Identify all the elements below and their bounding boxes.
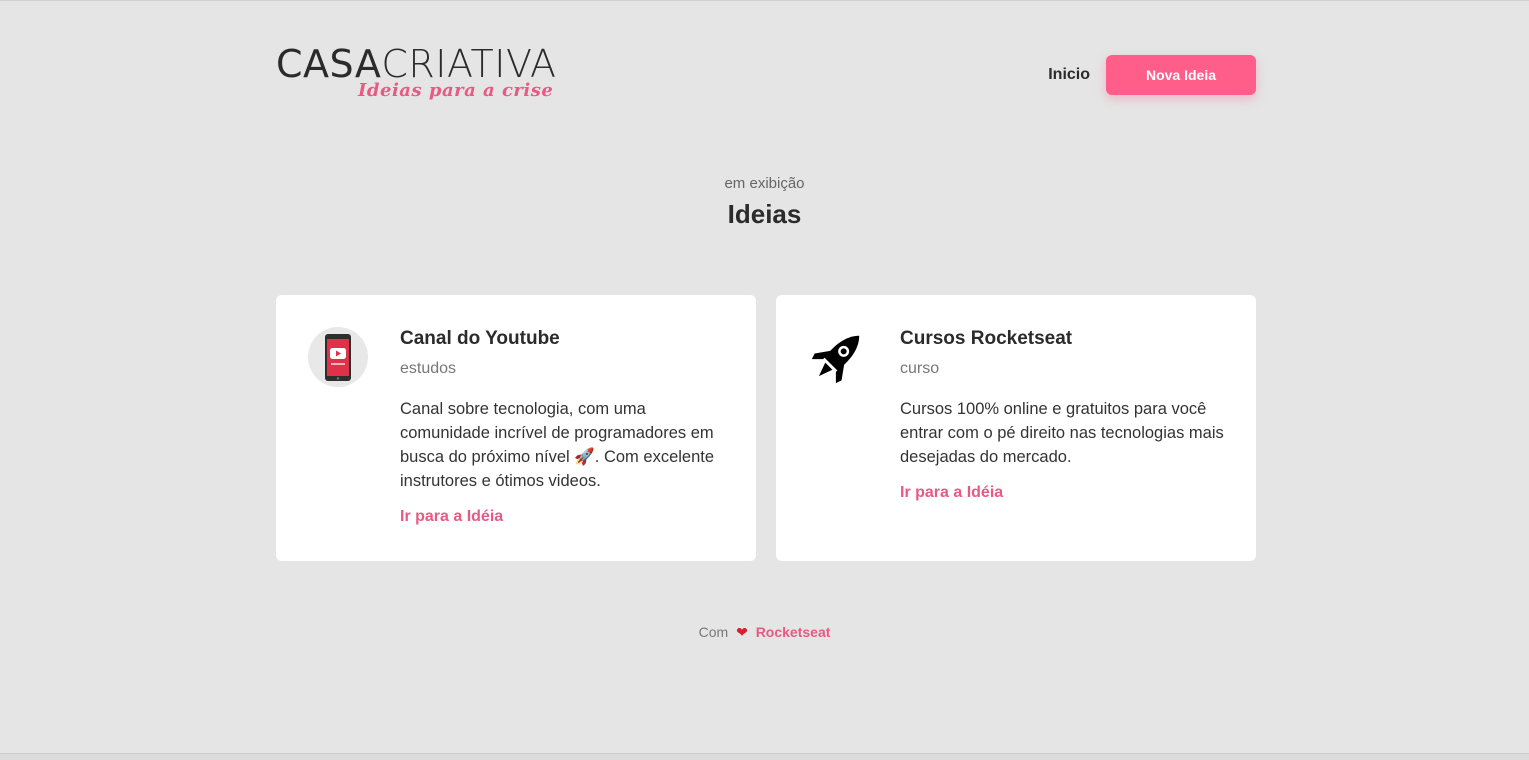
- footer-prefix: Com: [698, 624, 729, 640]
- top-border: [0, 0, 1529, 1]
- site-header: CASACRIATIVA Ideias para a crise Inicio …: [276, 40, 1256, 110]
- site-footer: Com ❤ Rocketseat: [0, 624, 1529, 641]
- logo-tagline: Ideias para a crise: [358, 80, 554, 101]
- main-nav: Inicio Nova Ideia: [1048, 55, 1256, 95]
- section-pretitle: em exibição: [724, 175, 805, 192]
- idea-category: estudos: [400, 360, 457, 377]
- idea-card-content: Canal do Youtube estudos Canal sobre tec…: [400, 327, 730, 526]
- nav-link-inicio[interactable]: Inicio: [1048, 66, 1090, 84]
- idea-title: Canal do Youtube: [400, 328, 560, 349]
- idea-category: curso: [900, 360, 940, 377]
- ideas-list: Canal do Youtube estudos Canal sobre tec…: [276, 295, 1256, 561]
- idea-card: Cursos Rocketseat curso Cursos 100% onli…: [776, 295, 1256, 561]
- idea-card-content: Cursos Rocketseat curso Cursos 100% onli…: [900, 327, 1230, 502]
- heart-icon: ❤: [736, 624, 748, 640]
- new-idea-button[interactable]: Nova Ideia: [1106, 55, 1256, 95]
- footer-brand-link[interactable]: Rocketseat: [756, 624, 831, 640]
- youtube-phone-icon: [308, 327, 368, 387]
- logo[interactable]: CASACRIATIVA Ideias para a crise: [276, 40, 576, 110]
- bottom-strip: [0, 754, 1529, 760]
- rocket-icon: [808, 327, 868, 387]
- idea-description: Canal sobre tecnologia, com uma comunida…: [400, 400, 715, 490]
- section-heading: em exibição Ideias: [0, 174, 1529, 234]
- idea-card: Canal do Youtube estudos Canal sobre tec…: [276, 295, 756, 561]
- idea-title: Cursos Rocketseat: [900, 328, 1073, 349]
- idea-description: Cursos 100% online e gratuitos para você…: [900, 400, 1224, 466]
- section-title: Ideias: [727, 199, 802, 229]
- idea-link[interactable]: Ir para a Idéia: [400, 508, 503, 526]
- idea-link[interactable]: Ir para a Idéia: [900, 484, 1003, 502]
